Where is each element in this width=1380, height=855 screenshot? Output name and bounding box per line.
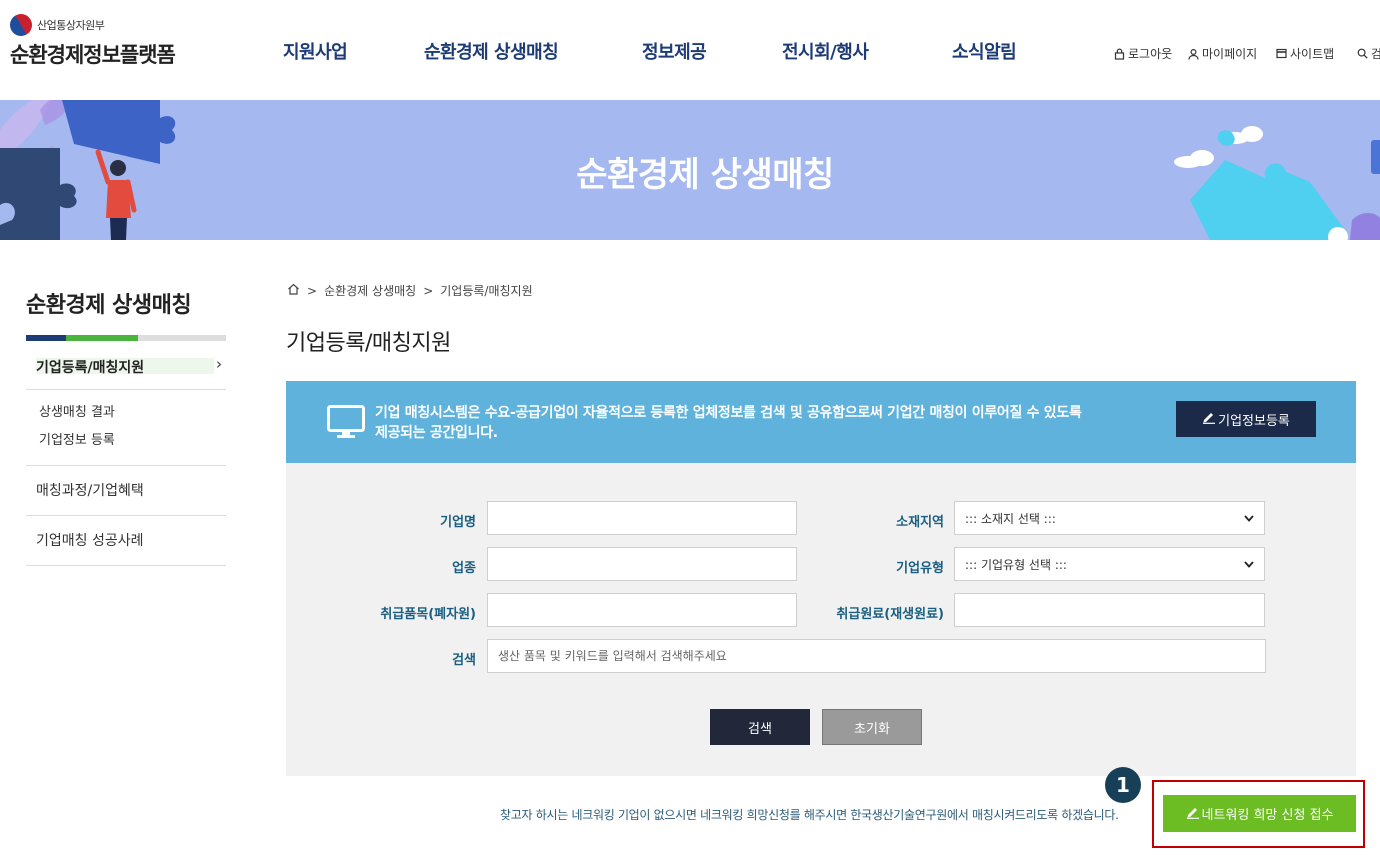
lock-icon <box>1114 48 1125 60</box>
search-form: 기업명 소재지역 ::: 소재지 선택 ::: 업종 기업유형 ::: 기업유형… <box>286 463 1356 776</box>
monitor-icon <box>327 405 365 443</box>
pencil-icon <box>1186 805 1200 823</box>
info-text-line2: 제공되는 공간입니다. <box>375 425 498 441</box>
logout-label: 로그아웃 <box>1128 47 1173 61</box>
quick-menu-tab[interactable] <box>1371 140 1380 174</box>
page-title: 기업등록/매칭지원 <box>286 331 451 356</box>
hero-title: 순환경제 상생매칭 <box>576 155 834 195</box>
info-banner: 기업 매칭시스템은 수요-공급기업이 자율적으로 등록한 업체정보를 검색 및 … <box>286 381 1356 463</box>
industry-input[interactable] <box>487 547 797 581</box>
left-nav-submenu: 상생매칭 결과 기업정보 등록 <box>26 390 226 466</box>
nav-support-projects[interactable]: 지원사업 <box>283 38 348 64</box>
sitemap-link[interactable]: 사이트맵 <box>1276 45 1334 62</box>
left-nav-item-label: 기업등록/매칭지원 <box>36 360 145 376</box>
sitemap-label: 사이트맵 <box>1290 47 1335 61</box>
left-nav-title: 순환경제 상생매칭 <box>26 293 192 318</box>
waste-items-input[interactable] <box>487 593 797 627</box>
region-select[interactable]: ::: 소재지 선택 ::: <box>954 501 1265 535</box>
left-nav-item-success-cases[interactable]: 기업매칭 성공사례 <box>26 516 226 566</box>
breadcrumb-separator: > <box>423 283 434 298</box>
keyword-search-input[interactable] <box>487 639 1266 673</box>
company-name-label: 기업명 <box>440 515 476 530</box>
networking-notice: 찾고자 하시는 네크워킹 기업이 없으시면 네크워킹 희망신청를 해주시면 한국… <box>500 808 1119 822</box>
left-nav-item-registration[interactable]: 기업등록/매칭지원 › <box>26 341 226 390</box>
breadcrumb-level2[interactable]: 기업등록/매칭지원 <box>440 282 532 299</box>
left-nav-item-process[interactable]: 매칭과정/기업혜택 <box>26 466 226 516</box>
left-nav: 순환경제 상생매칭 기업등록/매칭지원 › 상생매칭 결과 기업정보 등록 매칭… <box>26 287 226 566</box>
raw-material-input[interactable] <box>954 593 1265 627</box>
search-link[interactable]: 검 <box>1357 45 1380 62</box>
breadcrumb-separator: > <box>307 283 318 298</box>
search-label: 검 <box>1371 47 1380 61</box>
company-register-button[interactable]: 기업정보등록 <box>1176 401 1316 437</box>
networking-request-button[interactable]: 네트워킹 희망 신청 접수 <box>1163 795 1356 832</box>
nav-exhibitions[interactable]: 전시회/행사 <box>782 38 869 64</box>
ministry-name: 산업통상자원부 <box>37 19 105 32</box>
user-icon <box>1188 48 1199 60</box>
info-description: 기업 매칭시스템은 수요-공급기업이 자율적으로 등록한 업체정보를 검색 및 … <box>375 403 1175 443</box>
company-type-label: 기업유형 <box>896 561 944 576</box>
networking-request-label: 네트워킹 희망 신청 접수 <box>1201 808 1334 823</box>
search-button[interactable]: 검색 <box>710 709 810 745</box>
region-select-value: ::: 소재지 선택 ::: <box>965 511 1056 526</box>
raw-material-label: 취급원료(재생원료) <box>836 607 944 622</box>
region-label: 소재지역 <box>896 515 944 530</box>
company-register-label: 기업정보등록 <box>1218 413 1290 429</box>
chevron-down-icon <box>1244 557 1254 571</box>
sitemap-icon <box>1276 48 1287 59</box>
main-nav: 지원사업 순환경제 상생매칭 정보제공 전시회/행사 소식알림 <box>0 38 1380 68</box>
nav-news[interactable]: 소식알림 <box>952 38 1017 64</box>
site-header: 산업통상자원부 순환경제정보플랫폼 지원사업 순환경제 상생매칭 정보제공 전시… <box>0 0 1380 100</box>
company-type-select-value: ::: 기업유형 선택 ::: <box>965 557 1067 572</box>
logout-link[interactable]: 로그아웃 <box>1114 45 1172 62</box>
search-icon <box>1357 48 1368 59</box>
industry-label: 업종 <box>452 561 476 576</box>
ministry-emblem-icon <box>5 9 37 41</box>
home-icon[interactable] <box>287 283 300 298</box>
breadcrumb: > 순환경제 상생매칭 > 기업등록/매칭지원 <box>287 282 533 299</box>
mypage-label: 마이페이지 <box>1202 47 1258 61</box>
mypage-link[interactable]: 마이페이지 <box>1188 45 1257 62</box>
pencil-icon <box>1202 410 1216 428</box>
nav-circular-matching[interactable]: 순환경제 상생매칭 <box>424 38 559 64</box>
left-nav-sub-company-register[interactable]: 기업정보 등록 <box>39 429 226 457</box>
chevron-right-icon: › <box>216 355 222 373</box>
company-name-input[interactable] <box>487 501 797 535</box>
company-type-select[interactable]: ::: 기업유형 선택 ::: <box>954 547 1265 581</box>
nav-information[interactable]: 정보제공 <box>642 38 707 64</box>
info-text-line1: 기업 매칭시스템은 수요-공급기업이 자율적으로 등록한 업체정보를 검색 및 … <box>375 405 1082 421</box>
waste-items-label: 취급품목(폐자원) <box>380 607 476 622</box>
left-nav-sub-matching-results[interactable]: 상생매칭 결과 <box>39 401 226 429</box>
breadcrumb-level1[interactable]: 순환경제 상생매칭 <box>324 282 416 299</box>
reset-button[interactable]: 초기화 <box>822 709 922 745</box>
hero-banner: 순환경제 상생매칭 <box>0 100 1380 240</box>
keyword-label: 검색 <box>452 653 476 668</box>
chevron-down-icon <box>1244 511 1254 525</box>
step-number-badge: 1 <box>1105 767 1141 803</box>
